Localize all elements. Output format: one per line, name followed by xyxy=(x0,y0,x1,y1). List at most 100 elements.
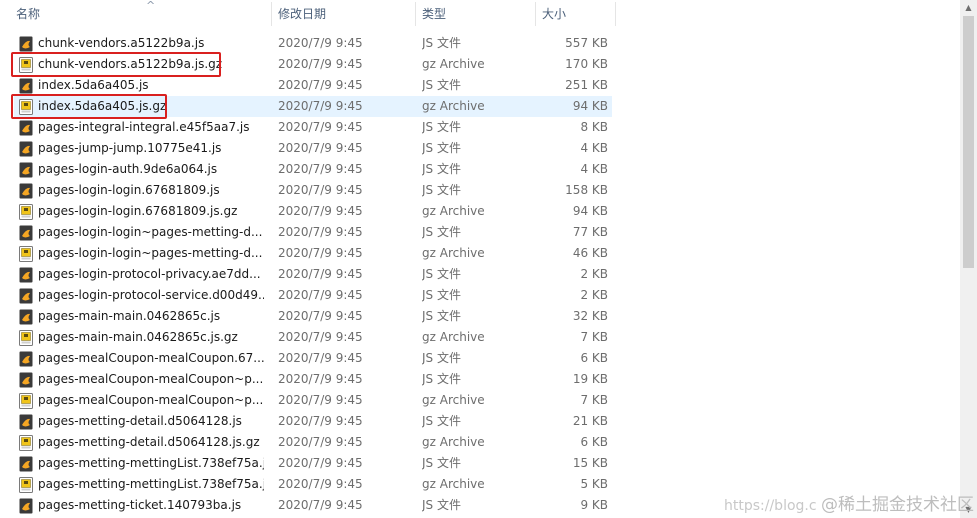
js-file-icon xyxy=(19,288,33,304)
file-row[interactable]: pages-integral-integral.e45f5aa7.js 2020/… xyxy=(0,117,960,138)
file-type: JS 文件 xyxy=(422,183,461,197)
file-size: 94 KB xyxy=(572,204,608,218)
column-header-name-label: 名称 xyxy=(16,7,41,21)
scroll-up-arrow-icon[interactable]: ▲ xyxy=(960,0,977,16)
file-name: pages-metting-mettingList.738ef75a.j... xyxy=(38,477,264,491)
file-modified-date: 2020/7/9 9:45 xyxy=(278,267,363,281)
file-name: pages-mealCoupon-mealCoupon~p... xyxy=(38,372,264,386)
file-explorer-list: 名称 ^ 修改日期 类型 大小 chunk-vendors.a5122b9a.j… xyxy=(0,0,977,518)
file-type: JS 文件 xyxy=(422,351,461,365)
file-row[interactable]: pages-login-login~pages-metting-d... 2020… xyxy=(0,243,960,264)
column-header-type-label: 类型 xyxy=(422,7,447,21)
file-size: 21 KB xyxy=(572,414,608,428)
file-name: pages-login-login.67681809.js xyxy=(38,183,220,197)
file-row[interactable]: pages-jump-jump.10775e41.js 2020/7/9 9:45… xyxy=(0,138,960,159)
file-type: JS 文件 xyxy=(422,309,461,323)
file-type: JS 文件 xyxy=(422,267,461,281)
file-modified-date: 2020/7/9 9:45 xyxy=(278,309,363,323)
file-list: chunk-vendors.a5122b9a.js 2020/7/9 9:45 JS… xyxy=(0,33,960,516)
file-name: pages-login-protocol-privacy.ae7dd... xyxy=(38,267,261,281)
file-size: 7 KB xyxy=(580,393,608,407)
file-row[interactable]: pages-login-login.67681809.js.gz 2020/7/9… xyxy=(0,201,960,222)
file-name: pages-login-login.67681809.js.gz xyxy=(38,204,238,218)
file-size: 4 KB xyxy=(580,162,608,176)
file-row[interactable]: pages-metting-detail.d5064128.js.gz 2020/… xyxy=(0,432,960,453)
file-name: pages-mealCoupon-mealCoupon.67... xyxy=(38,351,264,365)
column-header-name[interactable]: 名称 ^ xyxy=(10,0,272,28)
js-file-icon xyxy=(19,141,33,157)
gz-archive-icon xyxy=(19,393,33,409)
file-modified-date: 2020/7/9 9:45 xyxy=(278,498,363,512)
file-size: 7 KB xyxy=(580,330,608,344)
file-row[interactable]: pages-login-protocol-service.d00d49... 20… xyxy=(0,285,960,306)
file-row[interactable]: index.5da6a405.js 2020/7/9 9:45 JS 文件 251 K… xyxy=(0,75,960,96)
js-file-icon xyxy=(19,225,33,241)
gz-archive-icon xyxy=(19,435,33,451)
file-type: JS 文件 xyxy=(422,372,461,386)
file-modified-date: 2020/7/9 9:45 xyxy=(278,120,363,134)
file-row[interactable]: chunk-vendors.a5122b9a.js 2020/7/9 9:45 JS… xyxy=(0,33,960,54)
file-row[interactable]: pages-metting-mettingList.738ef75a.js 202… xyxy=(0,453,960,474)
file-size: 4 KB xyxy=(580,141,608,155)
file-type: gz Archive xyxy=(422,330,485,344)
file-type: JS 文件 xyxy=(422,456,461,470)
file-row[interactable]: pages-metting-detail.d5064128.js 2020/7/9… xyxy=(0,411,960,432)
file-row[interactable]: chunk-vendors.a5122b9a.js.gz 2020/7/9 9:4… xyxy=(0,52,960,77)
file-size: 2 KB xyxy=(580,267,608,281)
file-type: JS 文件 xyxy=(422,225,461,239)
file-type: gz Archive xyxy=(422,57,485,71)
js-file-icon xyxy=(19,162,33,178)
file-type: gz Archive xyxy=(422,204,485,218)
file-type: gz Archive xyxy=(422,246,485,260)
column-header-date[interactable]: 修改日期 xyxy=(272,0,416,28)
file-type: JS 文件 xyxy=(422,288,461,302)
file-type: JS 文件 xyxy=(422,120,461,134)
file-modified-date: 2020/7/9 9:45 xyxy=(278,225,363,239)
column-header-date-label: 修改日期 xyxy=(278,7,327,21)
file-row[interactable]: index.5da6a405.js.gz 2020/7/9 9:45 gz Arch… xyxy=(0,94,960,119)
gz-archive-icon xyxy=(19,477,33,493)
file-row[interactable]: pages-login-protocol-privacy.ae7dd... 202… xyxy=(0,264,960,285)
file-name: pages-login-protocol-service.d00d49... xyxy=(38,288,264,302)
file-modified-date: 2020/7/9 9:45 xyxy=(278,393,363,407)
file-name: pages-metting-ticket.140793ba.js xyxy=(38,498,242,512)
file-row[interactable]: pages-login-auth.9de6a064.js 2020/7/9 9:4… xyxy=(0,159,960,180)
file-type: JS 文件 xyxy=(422,36,461,50)
js-file-icon xyxy=(19,183,33,199)
file-row[interactable]: pages-main-main.0462865c.js.gz 2020/7/9 9… xyxy=(0,327,960,348)
js-file-icon xyxy=(19,78,33,94)
file-size: 2 KB xyxy=(580,288,608,302)
file-size: 158 KB xyxy=(565,183,608,197)
column-header-type[interactable]: 类型 xyxy=(416,0,536,28)
annotation-highlight-box xyxy=(11,94,167,119)
file-size: 170 KB xyxy=(565,57,608,71)
file-size: 6 KB xyxy=(580,351,608,365)
file-row[interactable]: pages-login-login~pages-metting-d... 2020… xyxy=(0,222,960,243)
file-modified-date: 2020/7/9 9:45 xyxy=(278,78,363,92)
file-name: chunk-vendors.a5122b9a.js xyxy=(38,36,205,50)
file-type: JS 文件 xyxy=(422,78,461,92)
column-header-size-label: 大小 xyxy=(542,7,567,21)
file-name: index.5da6a405.js xyxy=(38,78,149,92)
file-modified-date: 2020/7/9 9:45 xyxy=(278,99,363,113)
file-name: pages-main-main.0462865c.js.gz xyxy=(38,330,238,344)
file-name: pages-integral-integral.e45f5aa7.js xyxy=(38,120,250,134)
scroll-thumb[interactable] xyxy=(963,16,974,268)
file-size: 8 KB xyxy=(580,120,608,134)
watermark-brand: @稀土掘金技术社区 xyxy=(821,495,975,515)
file-modified-date: 2020/7/9 9:45 xyxy=(278,204,363,218)
column-header-size[interactable]: 大小 xyxy=(536,0,616,28)
file-type: JS 文件 xyxy=(422,414,461,428)
file-row[interactable]: pages-mealCoupon-mealCoupon~p... 2020/7/9… xyxy=(0,369,960,390)
file-row[interactable]: pages-mealCoupon-mealCoupon~p... 2020/7/9… xyxy=(0,390,960,411)
vertical-scrollbar[interactable]: ▲ ▼ xyxy=(960,0,977,518)
js-file-icon xyxy=(19,372,33,388)
file-row[interactable]: pages-mealCoupon-mealCoupon.67... 2020/7/… xyxy=(0,348,960,369)
file-row[interactable]: pages-main-main.0462865c.js 2020/7/9 9:45… xyxy=(0,306,960,327)
file-type: JS 文件 xyxy=(422,498,461,512)
file-size: 9 KB xyxy=(580,498,608,512)
js-file-icon xyxy=(19,351,33,367)
watermark-url: https://blog.c xyxy=(724,498,817,514)
file-row[interactable]: pages-login-login.67681809.js 2020/7/9 9:… xyxy=(0,180,960,201)
file-modified-date: 2020/7/9 9:45 xyxy=(278,435,363,449)
